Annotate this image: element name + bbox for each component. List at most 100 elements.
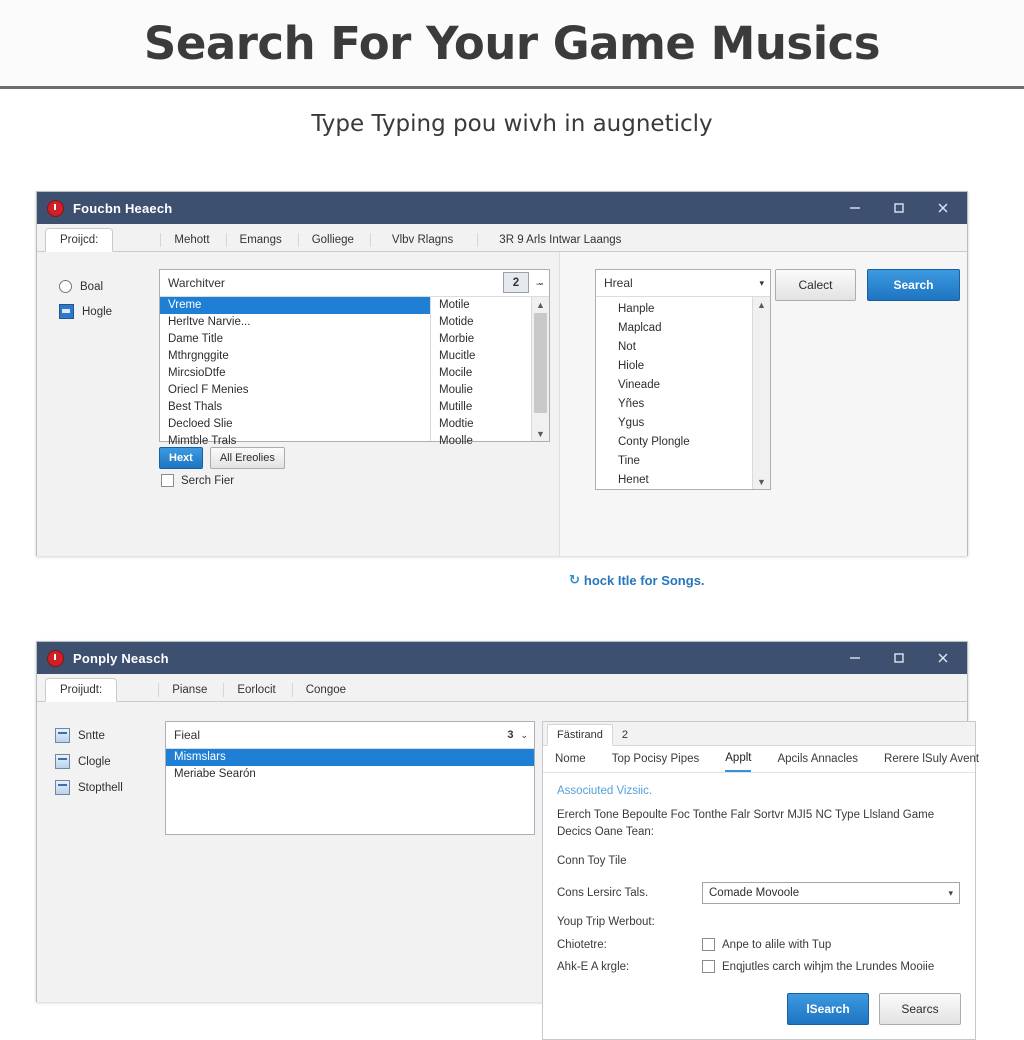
list-item[interactable]: Vreme: [160, 297, 430, 314]
subtab-apcils-annacles[interactable]: Apcils Annacles: [777, 753, 858, 771]
list-item[interactable]: Moolle: [431, 433, 531, 450]
list-item[interactable]: Maplcad: [596, 319, 752, 338]
tab-eorlocit[interactable]: Eorlocit: [222, 678, 290, 701]
scrollbar-thumb[interactable]: [534, 313, 547, 413]
tab-3r-9-arls[interactable]: 3R 9 Arls Intwar Laangs: [476, 228, 644, 251]
close-icon[interactable]: [921, 643, 965, 673]
tab-proijcd[interactable]: Proijcd:: [45, 228, 114, 252]
maximize-icon[interactable]: [877, 193, 921, 223]
chevron-down-icon[interactable]: ⌄: [537, 277, 545, 288]
list-item[interactable]: Moulie: [431, 382, 531, 399]
list-item[interactable]: Mutille: [431, 399, 531, 416]
window1-dropdown-header[interactable]: Hreal ▾: [596, 270, 770, 297]
tab-vlbv-rlagns[interactable]: Vlbv Rlagns: [369, 228, 476, 251]
window2-body: Sntte Clogle Stopthell Fieal 3 ⌄ Mismsla…: [37, 702, 979, 1040]
minimize-icon[interactable]: [833, 643, 877, 673]
spinner-value[interactable]: 3: [507, 729, 513, 741]
list-item[interactable]: Decloed Slie: [160, 416, 430, 433]
list-item[interactable]: Hanple: [596, 300, 752, 319]
list-item[interactable]: Best Thals: [160, 399, 430, 416]
panel-field-row: Cons Lersirc Tals. Comade Movoole ▾: [557, 882, 961, 904]
window1-dropdown-scrollbar[interactable]: ▲ ▼: [752, 297, 770, 489]
close-icon[interactable]: [921, 193, 965, 223]
list-item[interactable]: Oriecl F Menies: [160, 382, 430, 399]
panel-checkbox-row-1: Chiotetre: Anpe to alile with Tup: [557, 938, 961, 951]
subtab-top-pocisy-pipes[interactable]: Top Pocisy Pipes: [612, 753, 700, 771]
option-hogle-label: Hogle: [82, 305, 113, 318]
minimize-icon[interactable]: [833, 193, 877, 223]
list-item[interactable]: MircsioDtfe: [160, 365, 430, 382]
list-item[interactable]: Ygus: [596, 414, 752, 433]
window1-listbox-header[interactable]: Warchitver –: [160, 270, 549, 297]
subtab-applt[interactable]: Applt: [725, 752, 752, 772]
list-item[interactable]: Hiole: [596, 357, 752, 376]
searcs-button[interactable]: Searcs: [879, 993, 961, 1025]
radio-boal[interactable]: Boal: [59, 280, 112, 293]
window1-action-buttons: Calect Search: [775, 269, 960, 301]
list-item[interactable]: Herltve Narvie...: [160, 314, 430, 331]
window2-panel: Fästirand 2 Nome Top Pocisy Pipes Applt …: [542, 721, 979, 1040]
spinner-value[interactable]: 2: [503, 272, 529, 293]
tab-mehott[interactable]: Mehott: [159, 228, 224, 251]
panel-tab-fastirand[interactable]: Fästirand: [547, 724, 613, 746]
list-item[interactable]: Morbie: [431, 331, 531, 348]
checkbox-icon[interactable]: [702, 960, 715, 973]
lsearch-button[interactable]: lSearch: [787, 993, 869, 1025]
option-hogle[interactable]: Hogle: [59, 304, 112, 319]
serch-fier-checkbox[interactable]: Serch Fier: [161, 474, 234, 487]
chevron-down-icon[interactable]: ⌄: [520, 730, 528, 741]
check-title-link[interactable]: ↻ hock Itle for Songs.: [569, 572, 705, 588]
list-item[interactable]: Mismslars: [166, 749, 534, 766]
maximize-icon[interactable]: [877, 643, 921, 673]
search-button[interactable]: Search: [867, 269, 960, 301]
scroll-down-icon[interactable]: ▼: [753, 474, 770, 489]
list-item[interactable]: Meriabe Searón: [166, 766, 534, 783]
panel-content: Associuted Vizsiic. Ererch Tone Bepoulte…: [543, 773, 975, 973]
page-header: Search For Your Game Musics: [0, 0, 1024, 89]
list-item[interactable]: Yñes: [596, 395, 752, 414]
window-search-secondary: Ponply Neasch Proijudt: Pianse Eorlocit …: [36, 641, 979, 1040]
all-ereolies-button[interactable]: All Ereolies: [209, 447, 285, 469]
page-title: Search For Your Game Musics: [143, 16, 881, 70]
list-item[interactable]: Modtie: [431, 416, 531, 433]
chevron-down-icon[interactable]: ▾: [759, 278, 764, 289]
panel-subtabs: Nome Top Pocisy Pipes Applt Apcils Annac…: [543, 746, 979, 773]
list-item[interactable]: Mthrgnggite: [160, 348, 430, 365]
panel-tab-2[interactable]: 2: [613, 725, 637, 745]
tab-golliege[interactable]: Golliege: [297, 228, 369, 251]
subtab-nome[interactable]: Nome: [555, 753, 586, 771]
window1-listbox[interactable]: Warchitver – Vreme Herltve Narvie... Dam…: [159, 269, 550, 447]
tab-proijudt[interactable]: Proijudt:: [45, 678, 118, 702]
list-item[interactable]: Mucitle: [431, 348, 531, 365]
chevron-down-icon[interactable]: ▾: [948, 888, 953, 899]
scroll-down-icon[interactable]: ▼: [532, 426, 549, 441]
list-item[interactable]: Motide: [431, 314, 531, 331]
scroll-up-icon[interactable]: ▲: [753, 297, 770, 312]
rail-item-sntte[interactable]: Sntte: [55, 728, 123, 743]
checkbox-icon[interactable]: [161, 474, 174, 487]
rail-item-clogle[interactable]: Clogle: [55, 754, 123, 769]
list-item[interactable]: Henet: [596, 471, 752, 490]
list-item[interactable]: Tine: [596, 452, 752, 471]
list-item[interactable]: Conty Plongle: [596, 433, 752, 452]
list-item[interactable]: Motile: [431, 297, 531, 314]
checkbox-icon[interactable]: [702, 938, 715, 951]
window1-spinner[interactable]: 2 ⌄: [503, 272, 545, 293]
list-item[interactable]: Dame Title: [160, 331, 430, 348]
tab-pianse[interactable]: Pianse: [157, 678, 222, 701]
list-item[interactable]: Vineade: [596, 376, 752, 395]
window2-listbox-header[interactable]: Fieal 3 ⌄: [166, 722, 534, 749]
calect-button[interactable]: Calect: [775, 269, 856, 301]
window1-dropdown-list[interactable]: Hreal ▾ Hanple Maplcad Not Hiole Vineade…: [595, 269, 771, 490]
window1-list-scrollbar[interactable]: ▲ ▼: [531, 297, 549, 441]
subtab-rerere-lsuly-avent[interactable]: Rerere lSuly Avent: [884, 753, 979, 771]
list-item[interactable]: Not: [596, 338, 752, 357]
panel-select[interactable]: Comade Movoole ▾: [702, 882, 960, 904]
tab-congoe[interactable]: Congoe: [291, 678, 361, 701]
scroll-up-icon[interactable]: ▲: [532, 297, 549, 312]
rail-item-stopthell[interactable]: Stopthell: [55, 780, 123, 795]
hext-button[interactable]: Hext: [159, 447, 203, 469]
window2-listbox[interactable]: Fieal 3 ⌄ Mismslars Meriabe Searón: [165, 721, 535, 835]
tab-emangs[interactable]: Emangs: [225, 228, 297, 251]
list-item[interactable]: Mocile: [431, 365, 531, 382]
